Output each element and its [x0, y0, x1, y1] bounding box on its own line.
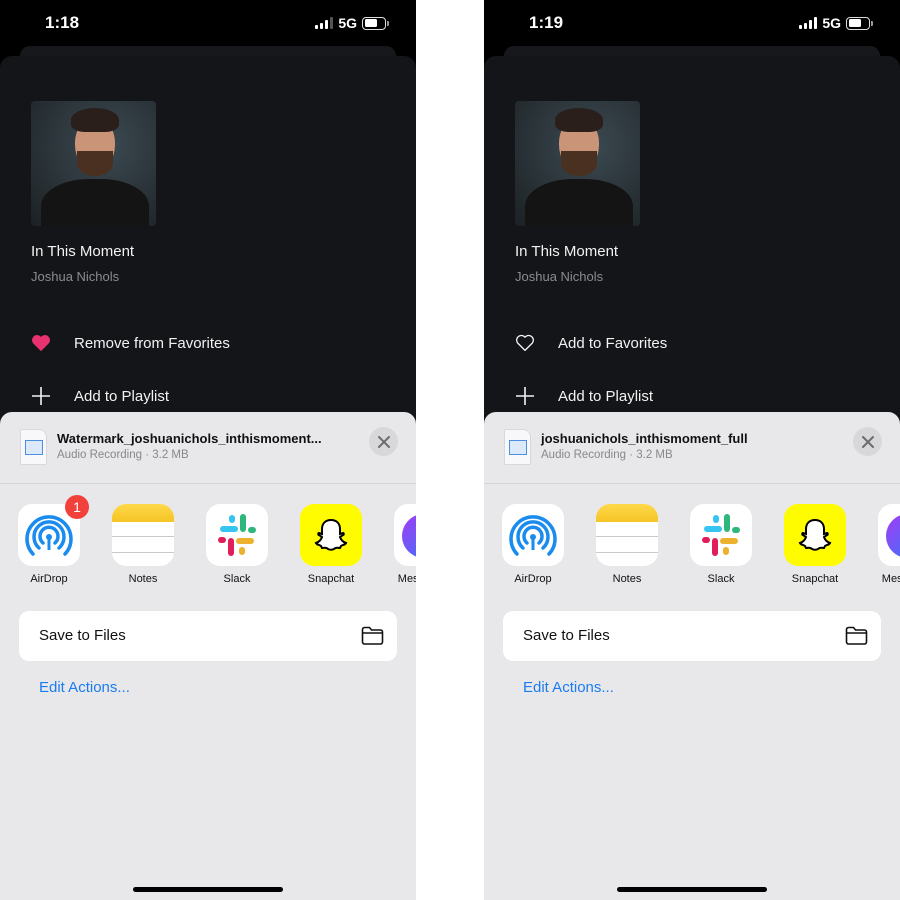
close-button[interactable] [369, 427, 398, 456]
battery-icon [846, 16, 873, 30]
app-label: Slack [707, 573, 735, 585]
app-label: Messenger [881, 573, 900, 585]
add-to-playlist-button[interactable]: Add to Playlist [31, 386, 169, 406]
network-label: 5G [822, 15, 841, 31]
folder-icon [361, 626, 384, 645]
save-to-files-button[interactable]: Save to Files [19, 611, 397, 661]
slack-icon [206, 504, 268, 566]
save-to-files-button[interactable]: Save to Files [503, 611, 881, 661]
audio-file-icon [20, 429, 47, 465]
edit-actions-link[interactable]: Edit Actions... [523, 679, 614, 696]
file-meta: Audio Recording · 3.2 MB [541, 449, 673, 461]
home-indicator[interactable] [133, 887, 283, 892]
app-label: Slack [223, 573, 251, 585]
song-title: In This Moment [31, 243, 135, 260]
share-app-snapchat[interactable]: Snapchat [784, 504, 846, 585]
song-artist: Joshua Nichols [31, 269, 120, 284]
snapchat-icon [784, 504, 846, 566]
status-bar: 1:19 5G [484, 0, 900, 46]
share-app-row: AirDrop Notes Slack Snapchat Mes [502, 504, 900, 585]
app-label: AirDrop [514, 573, 552, 585]
album-art [31, 101, 156, 226]
share-app-notes[interactable]: Notes [596, 504, 658, 585]
app-label: Messenger [397, 573, 416, 585]
plus-icon [515, 386, 535, 406]
file-meta: Audio Recording · 3.2 MB [57, 449, 189, 461]
snapchat-icon [300, 504, 362, 566]
battery-icon [362, 16, 389, 30]
action-label: Add to Favorites [558, 334, 668, 352]
heart-filled-icon [31, 333, 51, 353]
app-label: Notes [612, 573, 642, 585]
share-app-snapchat[interactable]: Snapchat [300, 504, 362, 585]
home-indicator[interactable] [617, 887, 767, 892]
heart-outline-icon [515, 333, 535, 353]
file-name: Watermark_joshuanichols_inthismoment... [57, 431, 322, 446]
add-to-playlist-button[interactable]: Add to Playlist [515, 386, 653, 406]
notes-icon [112, 504, 174, 566]
save-label: Save to Files [523, 627, 610, 644]
signal-icon [315, 17, 334, 29]
phone-screen-left: 1:18 5G In This Moment Joshua Nichols Re… [0, 0, 416, 900]
airdrop-icon [502, 504, 564, 566]
app-label: AirDrop [30, 573, 68, 585]
share-app-messenger[interactable]: Messenger [394, 504, 416, 585]
phone-screen-right: 1:19 5G In This Moment Joshua Nichols Ad… [484, 0, 900, 900]
notes-icon [596, 504, 658, 566]
share-app-row: 1 AirDrop Notes Slack Snapchat Mes [18, 495, 416, 585]
share-app-slack[interactable]: Slack [206, 504, 268, 585]
album-art [515, 101, 640, 226]
status-time: 1:19 [529, 13, 564, 32]
action-label: Remove from Favorites [74, 334, 230, 352]
folder-icon [845, 626, 868, 645]
app-label: Snapchat [307, 573, 355, 585]
share-app-airdrop[interactable]: AirDrop [502, 504, 564, 585]
remove-from-favorites-button[interactable]: Remove from Favorites [31, 333, 230, 353]
close-button[interactable] [853, 427, 882, 456]
share-sheet-header: Watermark_joshuanichols_inthismoment... … [0, 412, 416, 484]
song-title: In This Moment [515, 243, 619, 260]
action-label: Add to Playlist [74, 387, 170, 405]
share-sheet: joshuanichols_inthismoment_full Audio Re… [484, 412, 900, 900]
share-sheet-header: joshuanichols_inthismoment_full Audio Re… [484, 412, 900, 484]
close-icon [861, 435, 874, 448]
app-label: Snapchat [791, 573, 839, 585]
status-time: 1:18 [45, 13, 80, 32]
share-sheet: Watermark_joshuanichols_inthismoment... … [0, 412, 416, 900]
share-app-messenger[interactable]: Messenger [878, 504, 900, 585]
action-label: Add to Playlist [558, 387, 654, 405]
notification-badge: 1 [65, 495, 89, 519]
messenger-icon [878, 504, 900, 566]
slack-icon [690, 504, 752, 566]
edit-actions-link[interactable]: Edit Actions... [39, 679, 130, 696]
plus-icon [31, 386, 51, 406]
share-app-slack[interactable]: Slack [690, 504, 752, 585]
share-app-airdrop[interactable]: 1 AirDrop [18, 495, 89, 585]
app-label: Notes [128, 573, 158, 585]
status-bar: 1:18 5G [0, 0, 416, 46]
audio-file-icon [504, 429, 531, 465]
save-label: Save to Files [39, 627, 126, 644]
share-app-notes[interactable]: Notes [112, 504, 174, 585]
file-name: joshuanichols_inthismoment_full [541, 431, 748, 446]
signal-icon [799, 17, 818, 29]
network-label: 5G [338, 15, 357, 31]
add-to-favorites-button[interactable]: Add to Favorites [515, 333, 667, 353]
close-icon [377, 435, 390, 448]
song-artist: Joshua Nichols [515, 269, 604, 284]
messenger-icon [394, 504, 416, 566]
